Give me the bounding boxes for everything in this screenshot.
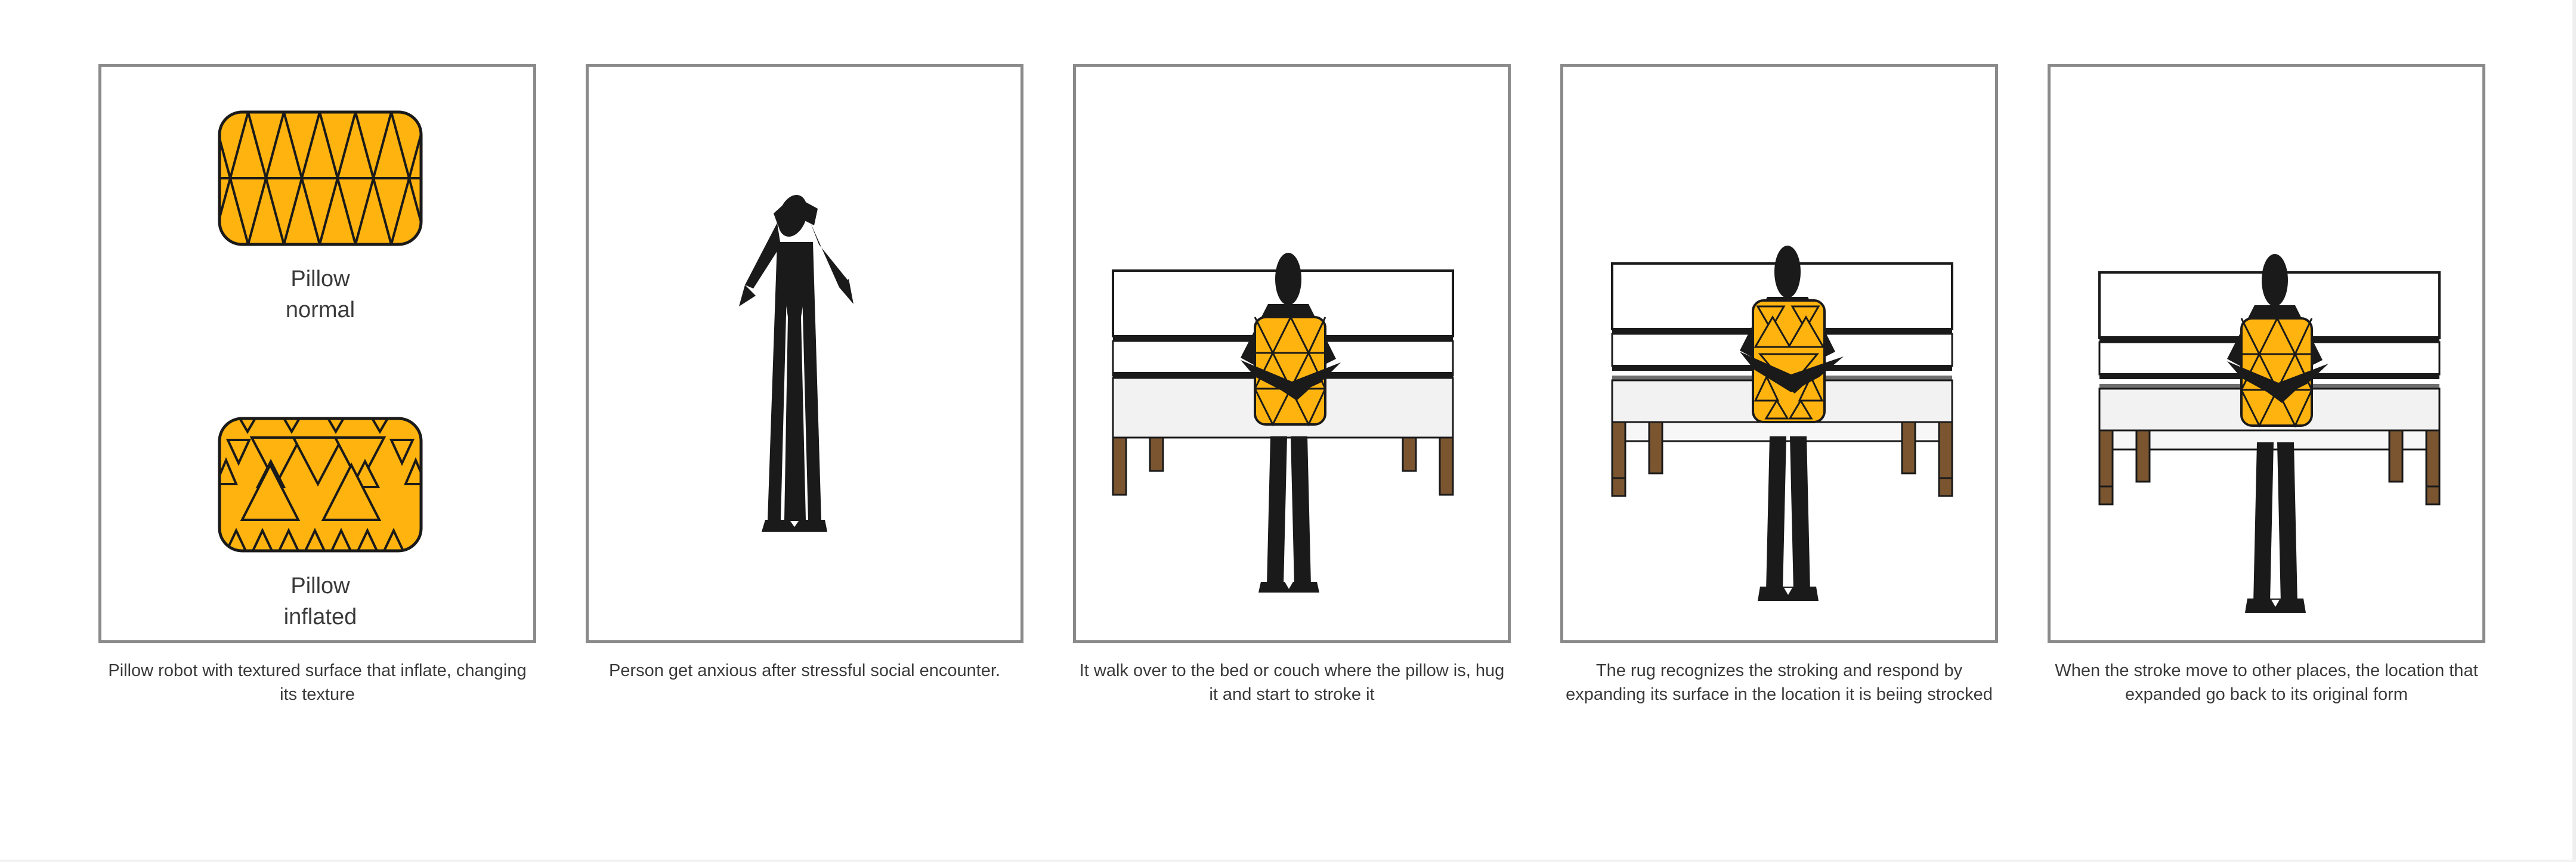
hug-pillow-illustration — [1112, 253, 1454, 593]
return-to-normal-illustration — [2098, 254, 2441, 613]
pillow-normal — [218, 110, 423, 246]
panel-1-frame: Pillow normal Pillow inflated — [98, 64, 536, 643]
stroking-response-illustration — [1611, 246, 1953, 601]
panel-2-caption: Person get anxious after stressful socia… — [608, 661, 1001, 680]
right-edge — [2572, 0, 2576, 862]
pillow-normal-label-line1: Pillow — [290, 266, 350, 292]
panel-5-frame — [2048, 64, 2485, 643]
panel-4-frame — [1560, 64, 1998, 643]
panel-3-frame — [1073, 64, 1511, 643]
pillow-inflated-label-line1: Pillow — [290, 573, 350, 599]
panel-5-caption: When the stroke move to other places, th… — [2055, 661, 2478, 704]
panel-1-caption: Pillow robot with textured surface that … — [108, 661, 527, 704]
pillow-inflated — [218, 417, 423, 553]
anxious-person-illustration — [739, 195, 853, 532]
pillow-expanded — [1752, 299, 1826, 423]
panel-2-frame — [586, 64, 1023, 643]
bottom-edge — [0, 860, 2576, 862]
pillow-normal-label: Pillow normal — [101, 263, 539, 325]
panel-4-caption: The rug recognizes the stroking and resp… — [1566, 661, 1993, 704]
pillow-normal-label-line2: normal — [285, 297, 355, 323]
pillow-inflated-label-line2: inflated — [283, 604, 357, 630]
panel-3-caption: It walk over to the bed or couch where t… — [1079, 661, 1505, 704]
anxious-person-figure — [739, 195, 853, 532]
pillow-inflated-label: Pillow inflated — [101, 570, 539, 632]
pillow-states-illustration — [218, 110, 423, 553]
